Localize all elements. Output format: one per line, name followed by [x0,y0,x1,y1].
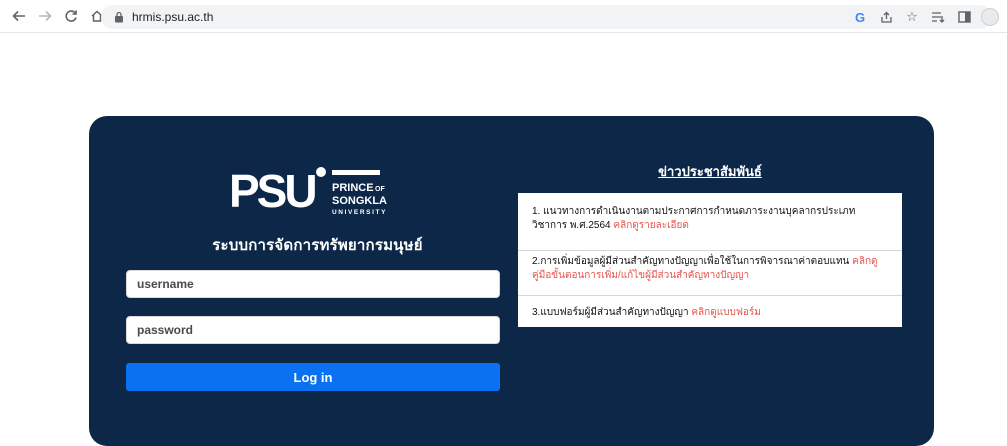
news-item-text: 1. แนวทางการดำเนินงานตามประกาศการกำหนดภา… [532,206,856,231]
reading-list-icon[interactable] [927,6,949,28]
system-title: ระบบการจัดการทรัพยากรมนุษย์ [212,237,423,254]
side-panel-icon[interactable] [953,6,975,28]
share-icon[interactable] [875,6,897,28]
news-item-link[interactable]: คลิกดูแบบฟอร์ม [691,307,761,318]
username-input[interactable] [126,270,500,298]
news-item: 3.แบบฟอร์มผู้มีส่วนสำคัญทางปัญญา คลิกดูแ… [518,295,902,327]
login-button[interactable]: Log in [126,363,500,391]
svg-text:OF: OF [375,186,385,193]
psu-logo: PSU PRINCE OF SONGKLA UNIVERSITY [229,163,404,221]
news-item: 2.การเพิ่มข้อมูลผู้มีส่วนสำคัญทางปัญญาเพ… [518,250,902,294]
logo-mark: PSU [229,165,315,217]
arrow-left-icon [12,10,25,22]
news-item: 1. แนวทางการดำเนินงานตามประกาศการกำหนดภา… [518,205,902,249]
svg-text:PRINCE: PRINCE [332,182,374,194]
profile-avatar[interactable] [981,8,999,26]
reload-button[interactable] [60,5,82,27]
back-button[interactable] [8,5,30,27]
news-item-text: 3.แบบฟอร์มผู้มีส่วนสำคัญทางปัญญา [532,307,689,318]
news-item-text: 2.การเพิ่มข้อมูลผู้มีส่วนสำคัญทางปัญญาเพ… [532,256,850,267]
arrow-right-icon [39,10,52,22]
bookmark-star-icon[interactable]: ☆ [901,6,923,28]
password-input[interactable] [126,316,500,344]
news-item-link[interactable]: คลิกดูรายละเอียด [613,220,689,231]
browser-actions: G ☆ [845,6,1007,28]
reload-icon [65,10,77,22]
news-title: ข่าวประชาสัมพันธ์ [658,164,762,179]
url-text: hrmis.psu.ac.th [132,10,214,24]
svg-text:UNIVERSITY: UNIVERSITY [332,209,387,216]
svg-text:SONGKLA: SONGKLA [332,195,387,207]
news-panel: 1. แนวทางการดำเนินงานตามประกาศการกำหนดภา… [518,193,902,327]
browser-toolbar: hrmis.psu.ac.th G ☆ [0,0,1007,33]
lock-icon[interactable] [113,11,125,23]
google-translate-icon[interactable]: G [849,6,871,28]
forward-button[interactable] [34,5,56,27]
